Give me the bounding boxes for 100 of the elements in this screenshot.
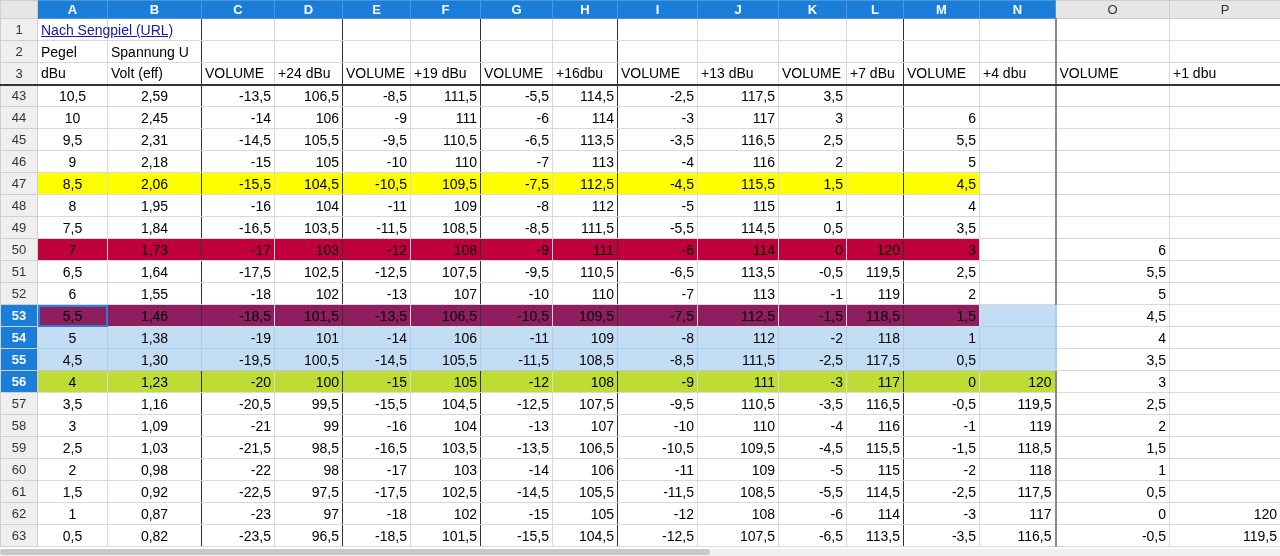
table-cell: 107,5 [552,392,618,415]
table-cell: 113,5 [552,128,618,151]
column-header[interactable]: J [697,0,779,19]
table-cell: 102 [274,282,343,305]
table-cell: 118,5 [979,436,1056,459]
table-cell: -0,5 [903,392,980,415]
table-cell: -16 [342,414,411,437]
column-header[interactable]: M [903,0,980,19]
table-cell: 6,5 [37,260,108,283]
table-cell: -16 [201,194,275,217]
column-header[interactable]: P [1169,0,1280,19]
column-header[interactable]: B [107,0,202,19]
table-cell: 116,5 [846,392,904,415]
row-header[interactable]: 47 [0,172,38,195]
column-header[interactable]: D [274,0,343,19]
table-cell: -5 [617,194,698,217]
row-header[interactable]: 44 [0,106,38,129]
column-header[interactable]: O [1055,0,1170,19]
column-header[interactable]: N [979,0,1056,19]
table-cell: 2,59 [107,84,202,107]
row-header[interactable]: 3 [0,62,38,85]
table-cell: 0,5 [778,216,847,239]
table-cell: -3,5 [778,392,847,415]
horizontal-scrollbar[interactable] [0,549,1280,556]
column-header[interactable]: H [552,0,618,19]
table-cell: 103,5 [410,436,481,459]
row-header[interactable]: 51 [0,260,38,283]
column-header[interactable]: E [342,0,411,19]
table-cell: 114,5 [552,84,618,107]
table-cell: 110 [410,150,481,173]
row-header[interactable]: 49 [0,216,38,239]
table-cell: -12,5 [617,524,698,547]
row-header[interactable]: 53 [0,304,38,327]
column-header[interactable]: K [778,0,847,19]
table-cell: 106,5 [274,84,343,107]
table-cell: 8 [37,194,108,217]
scrollbar-thumb[interactable] [0,549,710,555]
table-cell: 111,5 [552,216,618,239]
column-header[interactable]: C [201,0,275,19]
table-cell: 1,03 [107,436,202,459]
table-cell: -12 [617,502,698,525]
row-header[interactable]: 52 [0,282,38,305]
table-cell: 107 [552,414,618,437]
table-cell: -1 [778,282,847,305]
table-cell: -9,5 [617,392,698,415]
row-header[interactable]: 45 [0,128,38,151]
row-header[interactable]: 1 [0,18,38,41]
table-cell: -16,5 [342,436,411,459]
row-header[interactable]: 58 [0,414,38,437]
column-header[interactable]: I [617,0,698,19]
table-cell: -0,5 [778,260,847,283]
row-header[interactable]: 54 [0,326,38,349]
column-header[interactable]: G [480,0,553,19]
row-header[interactable]: 50 [0,238,38,261]
table-cell: -6,5 [778,524,847,547]
table-cell: 6 [37,282,108,305]
table-cell: 112 [552,194,618,217]
table-cell: -23 [201,502,275,525]
table-cell: 1 [778,194,847,217]
row-header[interactable]: 57 [0,392,38,415]
table-cell: 2,5 [37,436,108,459]
row-header[interactable]: 48 [0,194,38,217]
table-cell: 2 [1055,414,1170,437]
column-label: +13 dBu [701,65,754,82]
table-cell: 107,5 [697,524,779,547]
table-cell: 2,5 [778,128,847,151]
table-cell: 0,82 [107,524,202,547]
row-header[interactable]: 2 [0,40,38,63]
table-cell: -21 [201,414,275,437]
table-cell: -4,5 [778,436,847,459]
table-cell: 101,5 [410,524,481,547]
column-header[interactable]: L [846,0,904,19]
row-header[interactable]: 55 [0,348,38,371]
table-cell: 1,5 [37,480,108,503]
table-cell: -13,5 [201,84,275,107]
row-header[interactable]: 62 [0,502,38,525]
table-cell: -13 [342,282,411,305]
table-cell: 109 [410,194,481,217]
table-cell: 110 [552,282,618,305]
table-cell: 1,95 [107,194,202,217]
row-header[interactable]: 59 [0,436,38,459]
column-label: +19 dBu [414,65,467,82]
table-cell: 110,5 [552,260,618,283]
row-header[interactable]: 63 [0,524,38,547]
table-cell: 0,5 [37,524,108,547]
table-cell: 0,92 [107,480,202,503]
table-cell: 7,5 [37,216,108,239]
table-cell: 118 [979,458,1056,481]
row-header[interactable]: 61 [0,480,38,503]
table-cell: 1,09 [107,414,202,437]
sheet-link[interactable]: Nach Sengpiel (URL) [41,21,174,38]
table-cell: 10 [37,106,108,129]
column-header[interactable]: F [410,0,481,19]
column-header[interactable]: A [37,0,108,19]
table-cell: 3,5 [37,392,108,415]
table-cell: 1,55 [107,282,202,305]
row-header[interactable]: 60 [0,458,38,481]
row-header[interactable]: 56 [0,370,38,393]
row-header[interactable]: 43 [0,84,38,107]
row-header[interactable]: 46 [0,150,38,173]
